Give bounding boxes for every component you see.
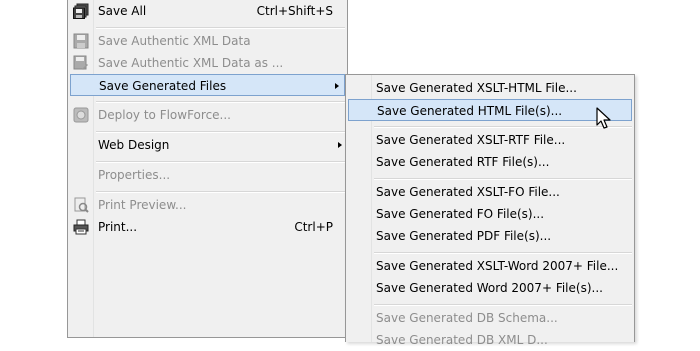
mouse-cursor-icon <box>596 107 614 131</box>
menu-item-save-html-files[interactable]: Save Generated HTML File(s)... <box>348 99 632 121</box>
menu-item-deploy-flowforce[interactable]: Deploy to FlowForce... <box>68 104 347 126</box>
menu-item-save-fo-files[interactable]: Save Generated FO File(s)... <box>346 203 634 225</box>
menu-item-label: Save Generated XSLT-RTF File... <box>376 133 566 147</box>
menu-separator <box>374 126 632 128</box>
menu-item-save-word-files[interactable]: Save Generated Word 2007+ File(s)... <box>346 277 634 299</box>
menu-separator <box>96 131 345 133</box>
menu-item-print[interactable]: Print... Ctrl+P <box>68 216 347 238</box>
menu-item-label: Save Authentic XML Data <box>98 34 251 48</box>
save-xml-icon <box>73 33 89 49</box>
menu-item-shortcut: Ctrl+P <box>294 220 333 234</box>
menu-item-label: Save Generated RTF File(s)... <box>376 155 550 169</box>
menu-item-print-preview[interactable]: Print Preview... <box>68 194 347 216</box>
save-generated-files-submenu: Save Generated XSLT-HTML File... Save Ge… <box>345 74 635 347</box>
menu-item-label: Properties... <box>98 168 171 182</box>
menu-item-save-authentic-xml[interactable]: Save Authentic XML Data <box>68 30 347 52</box>
menu-item-save-xslt-html[interactable]: Save Generated XSLT-HTML File... <box>346 77 634 99</box>
menu-separator <box>96 161 345 163</box>
menu-item-save-generated-files[interactable]: Save Generated Files <box>70 74 345 96</box>
menu-item-save-xslt-rtf[interactable]: Save Generated XSLT-RTF File... <box>346 129 634 151</box>
menu-separator <box>374 304 632 306</box>
deploy-icon <box>73 107 89 123</box>
menu-item-save-db-schema[interactable]: Save Generated DB Schema... <box>346 307 634 329</box>
menu-item-label: Print Preview... <box>98 198 187 212</box>
menu-separator <box>374 252 632 254</box>
menu-item-label: Save Generated Word 2007+ File(s)... <box>376 281 603 295</box>
menu-item-label: Save Generated DB Schema... <box>376 311 558 325</box>
menu-separator <box>96 101 345 103</box>
print-preview-icon <box>73 197 89 213</box>
menu-item-label: Save Generated PDF File(s)... <box>376 229 552 243</box>
printer-icon <box>73 219 89 235</box>
menu-item-save-all[interactable]: Save All Ctrl+Shift+S <box>68 0 347 22</box>
menu-item-label: Print... <box>98 220 138 234</box>
menu-item-save-db-xml[interactable]: Save Generated DB XML D... <box>346 329 634 351</box>
submenu-arrow-icon <box>335 83 339 89</box>
menu-item-label: Save Generated XSLT-Word 2007+ File... <box>376 259 619 273</box>
file-menu: Save All Ctrl+Shift+S Save Authentic XML… <box>67 0 348 338</box>
menu-item-label: Save All <box>98 4 147 18</box>
menu-item-label: Save Generated DB XML D... <box>376 333 548 347</box>
menu-item-label: Web Design <box>98 138 170 152</box>
menu-item-save-rtf-files[interactable]: Save Generated RTF File(s)... <box>346 151 634 173</box>
menu-item-web-design[interactable]: Web Design <box>68 134 347 156</box>
submenu-arrow-icon <box>338 142 342 148</box>
menu-item-save-pdf-files[interactable]: Save Generated PDF File(s)... <box>346 225 634 247</box>
menu-item-save-xslt-word[interactable]: Save Generated XSLT-Word 2007+ File... <box>346 255 634 277</box>
menu-item-label: Save Authentic XML Data as ... <box>98 56 284 70</box>
menu-item-label: Save Generated HTML File(s)... <box>377 104 563 118</box>
menu-separator <box>96 27 345 29</box>
menu-item-shortcut: Ctrl+Shift+S <box>256 4 333 18</box>
menu-item-label: Save Generated XSLT-FO File... <box>376 185 560 199</box>
menu-item-label: Save Generated XSLT-HTML File... <box>376 81 577 95</box>
menu-item-save-authentic-xml-as[interactable]: Save Authentic XML Data as ... <box>68 52 347 74</box>
save-all-icon <box>73 3 89 19</box>
menu-item-properties[interactable]: Properties... <box>68 164 347 186</box>
menu-item-label: Deploy to FlowForce... <box>98 108 231 122</box>
menu-item-label: Save Generated Files <box>99 79 227 93</box>
menu-item-label: Save Generated FO File(s)... <box>376 207 545 221</box>
menu-separator <box>96 191 345 193</box>
menu-separator <box>374 178 632 180</box>
save-xml-as-icon <box>73 55 89 71</box>
menu-item-save-xslt-fo[interactable]: Save Generated XSLT-FO File... <box>346 181 634 203</box>
